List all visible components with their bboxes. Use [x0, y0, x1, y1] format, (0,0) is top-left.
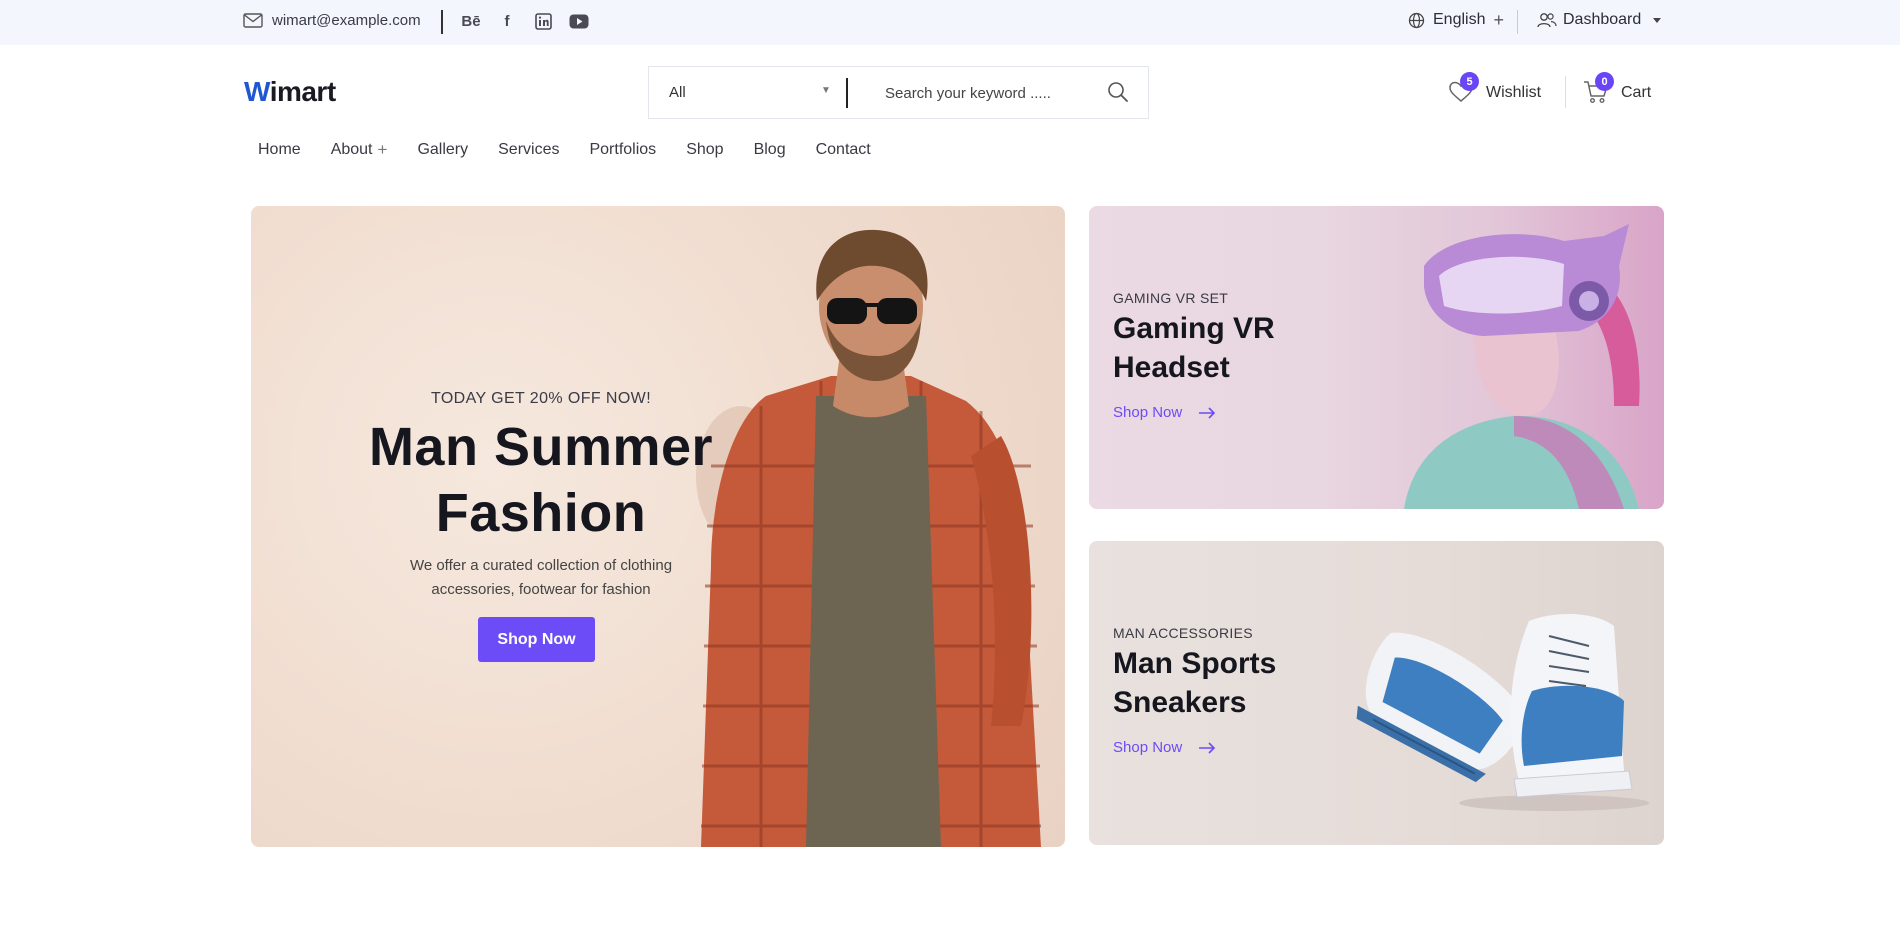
nav-item-label: About: [330, 141, 373, 158]
language-label: English: [1433, 11, 1486, 28]
sneakers-banner-title: Man Sports Sneakers: [1113, 644, 1276, 722]
sneakers-banner-title-line2: Sneakers: [1113, 686, 1247, 719]
mail-icon: [243, 13, 263, 28]
vr-shop-now-label: Shop Now: [1113, 404, 1183, 421]
vr-headset-banner[interactable]: GAMING VR SET Gaming VR Headset Shop Now: [1089, 206, 1664, 509]
hero-title: Man Summer Fashion: [251, 414, 831, 546]
divider: [846, 78, 848, 108]
vr-banner-title-line1: Gaming VR: [1113, 312, 1275, 345]
dashboard-menu[interactable]: Dashboard: [1537, 11, 1662, 29]
cart-count-badge: 0: [1595, 72, 1614, 91]
expand-icon: +: [377, 140, 388, 159]
vr-banner-kicker: GAMING VR SET: [1113, 290, 1229, 306]
site-logo[interactable]: Wimart: [244, 76, 336, 108]
chevron-down-icon[interactable]: ▼: [821, 85, 831, 96]
nav-item-home[interactable]: Home: [258, 140, 301, 160]
vr-headset-image: [1404, 224, 1640, 509]
expand-icon: +: [1493, 10, 1504, 30]
hero-tagline: TODAY GET 20% OFF NOW!: [430, 390, 652, 407]
linkedin-icon[interactable]: [532, 10, 554, 32]
nav-item-contact[interactable]: Contact: [816, 140, 871, 160]
main-nav: Home About + Gallery Services Portfolios …: [258, 140, 901, 160]
sneakers-banner[interactable]: MAN ACCESSORIES Man Sports Sneakers Shop…: [1089, 541, 1664, 845]
sneakers-banner-kicker: MAN ACCESSORIES: [1113, 625, 1253, 641]
cart-button[interactable]: 0 Cart: [1583, 72, 1652, 106]
cart-label: Cart: [1621, 84, 1652, 101]
youtube-icon[interactable]: [568, 10, 590, 32]
hero-description: We offer a curated collection of clothin…: [376, 554, 706, 602]
hero-title-line2: Fashion: [435, 483, 647, 543]
divider: [1565, 76, 1566, 108]
globe-icon: [1408, 12, 1425, 28]
vr-shop-now-link[interactable]: Shop Now: [1113, 404, 1216, 421]
email-link[interactable]: wimart@example.com: [243, 12, 421, 29]
sneakers-banner-title-line1: Man Sports: [1113, 647, 1277, 680]
facebook-icon[interactable]: f: [496, 10, 518, 32]
nav-item-shop[interactable]: Shop: [686, 140, 723, 160]
users-icon: [1537, 13, 1557, 28]
divider: [1517, 10, 1518, 34]
nav-item-gallery[interactable]: Gallery: [417, 140, 468, 160]
divider: [441, 10, 443, 34]
hero-description-line1: We offer a curated collection of clothin…: [409, 557, 673, 574]
nav-item-blog[interactable]: Blog: [754, 140, 786, 160]
social-links: Bē f: [460, 10, 590, 32]
hero-shop-now-button[interactable]: Shop Now: [478, 617, 595, 662]
logo-mark: W: [244, 76, 270, 107]
email-text: wimart@example.com: [272, 12, 421, 29]
search-bar: All ▼: [648, 66, 1149, 119]
language-selector[interactable]: English +: [1408, 11, 1504, 29]
arrow-right-icon: [1199, 741, 1216, 754]
search-input[interactable]: [885, 81, 1075, 105]
vr-banner-title-line2: Headset: [1113, 351, 1230, 384]
wishlist-button[interactable]: 5 Wishlist: [1448, 72, 1542, 106]
vr-banner-title: Gaming VR Headset: [1113, 309, 1275, 387]
hero-title-line1: Man Summer: [368, 417, 714, 477]
wishlist-count-badge: 5: [1460, 72, 1479, 91]
top-bar: wimart@example.com Bē f English + Dashbo…: [0, 0, 1900, 45]
hero-banner: TODAY GET 20% OFF NOW! Man Summer Fashio…: [251, 206, 1065, 847]
dashboard-label: Dashboard: [1563, 11, 1642, 28]
nav-item-services[interactable]: Services: [498, 140, 559, 160]
logo-text: imart: [269, 76, 336, 107]
nav-item-portfolios[interactable]: Portfolios: [589, 140, 656, 160]
sneakers-shop-now-label: Shop Now: [1113, 739, 1183, 756]
arrow-right-icon: [1199, 406, 1216, 419]
search-icon[interactable]: [1107, 81, 1129, 108]
chevron-down-icon: [1653, 17, 1662, 23]
wishlist-label: Wishlist: [1486, 84, 1542, 101]
hero-description-line2: accessories, footwear for fashion: [431, 581, 651, 598]
sneakers-image: [1356, 614, 1649, 811]
category-select[interactable]: All: [669, 84, 686, 101]
behance-icon[interactable]: Bē: [460, 10, 482, 32]
nav-item-about[interactable]: About +: [331, 140, 388, 160]
sneakers-shop-now-link[interactable]: Shop Now: [1113, 739, 1216, 756]
